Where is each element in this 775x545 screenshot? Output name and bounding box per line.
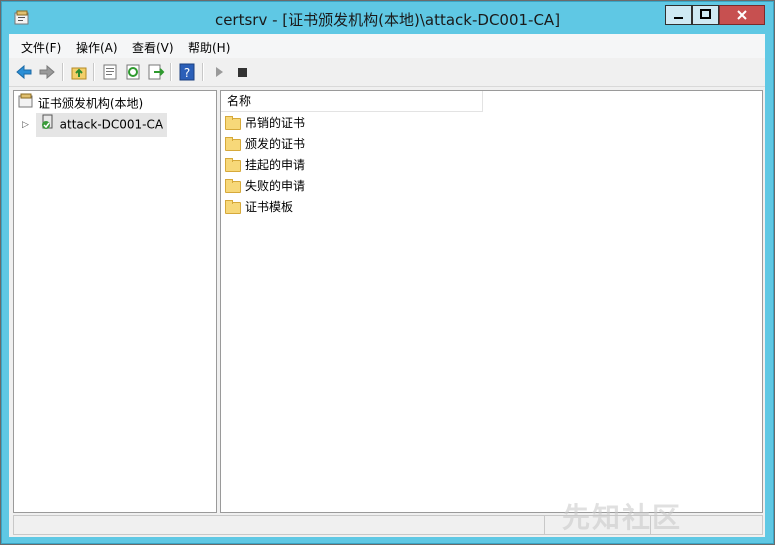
toolbar-separator (170, 63, 172, 81)
column-header-name[interactable]: 名称 (221, 91, 483, 112)
menu-file[interactable]: 文件(F) (21, 39, 61, 56)
status-cell (14, 516, 545, 534)
properties-icon[interactable] (100, 62, 120, 82)
list-item[interactable]: 挂起的申请 (225, 155, 305, 176)
tree-pane[interactable]: 证书颁发机构(本地) ▷ attack-DC001-CA (13, 90, 217, 513)
list-item-label: 吊销的证书 (245, 116, 306, 130)
folder-icon (225, 115, 241, 130)
folder-icon (225, 157, 241, 172)
window-title: certsrv - [证书颁发机构(本地)\attack-DC001-CA] (214, 11, 561, 29)
minimize-button[interactable] (665, 5, 692, 25)
close-button[interactable] (719, 5, 765, 25)
folder-icon (225, 136, 241, 151)
tree-node-ca[interactable]: ▷ attack-DC001-CA (22, 113, 168, 137)
toolbar: ? (9, 58, 765, 87)
menu-view[interactable]: 查看(V) (132, 39, 174, 56)
watermark: 先知社区 (562, 501, 683, 534)
help-icon[interactable]: ? (177, 62, 197, 82)
folder-icon (225, 199, 241, 214)
list-item-label: 证书模板 (245, 200, 294, 214)
title-bar[interactable]: certsrv - [证书颁发机构(本地)\attack-DC001-CA] (2, 2, 773, 33)
list-item[interactable]: 吊销的证书 (225, 113, 305, 134)
list-item[interactable]: 失败的申请 (225, 176, 305, 197)
export-list-icon[interactable] (146, 62, 166, 82)
list-item[interactable]: 证书模板 (225, 197, 305, 218)
back-arrow-icon[interactable] (14, 62, 34, 82)
start-service-icon[interactable] (209, 62, 229, 82)
refresh-icon[interactable] (123, 62, 143, 82)
client-area: 文件(F) 操作(A) 查看(V) 帮助(H) ? 证书颁发机构(本地) ▷ a… (9, 34, 765, 537)
list-item-label: 挂起的申请 (245, 158, 306, 172)
list-item-label: 失败的申请 (245, 179, 306, 193)
stop-service-icon[interactable] (232, 62, 252, 82)
toolbar-separator (62, 63, 64, 81)
tree-node-label: attack-DC001-CA (59, 117, 164, 132)
tree-root-node[interactable]: 证书颁发机构(本地) (18, 93, 143, 113)
tree-node-selection[interactable]: attack-DC001-CA (35, 113, 168, 137)
list-item-label: 颁发的证书 (245, 137, 306, 151)
tree-root-label: 证书颁发机构(本地) (37, 96, 144, 111)
toolbar-separator (202, 63, 204, 81)
up-folder-icon[interactable] (69, 62, 89, 82)
expand-arrow-icon[interactable]: ▷ (22, 115, 32, 135)
menu-bar: 文件(F) 操作(A) 查看(V) 帮助(H) (9, 34, 765, 58)
close-icon (737, 10, 747, 20)
menu-help[interactable]: 帮助(H) (188, 39, 230, 56)
details-pane[interactable]: 名称 吊销的证书 颁发的证书 挂起的申请 失败的申请 证书模板 (220, 90, 763, 513)
certification-authority-icon (18, 93, 34, 115)
list-item[interactable]: 颁发的证书 (225, 134, 305, 155)
folder-list: 吊销的证书 颁发的证书 挂起的申请 失败的申请 证书模板 (225, 113, 305, 218)
ca-server-check-icon (40, 114, 56, 136)
svg-text:?: ? (184, 66, 190, 80)
toolbar-separator (93, 63, 95, 81)
mmc-window: certsrv - [证书颁发机构(本地)\attack-DC001-CA] 文… (1, 1, 774, 544)
maximize-button[interactable] (692, 5, 719, 25)
forward-arrow-icon[interactable] (37, 62, 57, 82)
menu-action[interactable]: 操作(A) (76, 39, 118, 56)
folder-icon (225, 178, 241, 193)
